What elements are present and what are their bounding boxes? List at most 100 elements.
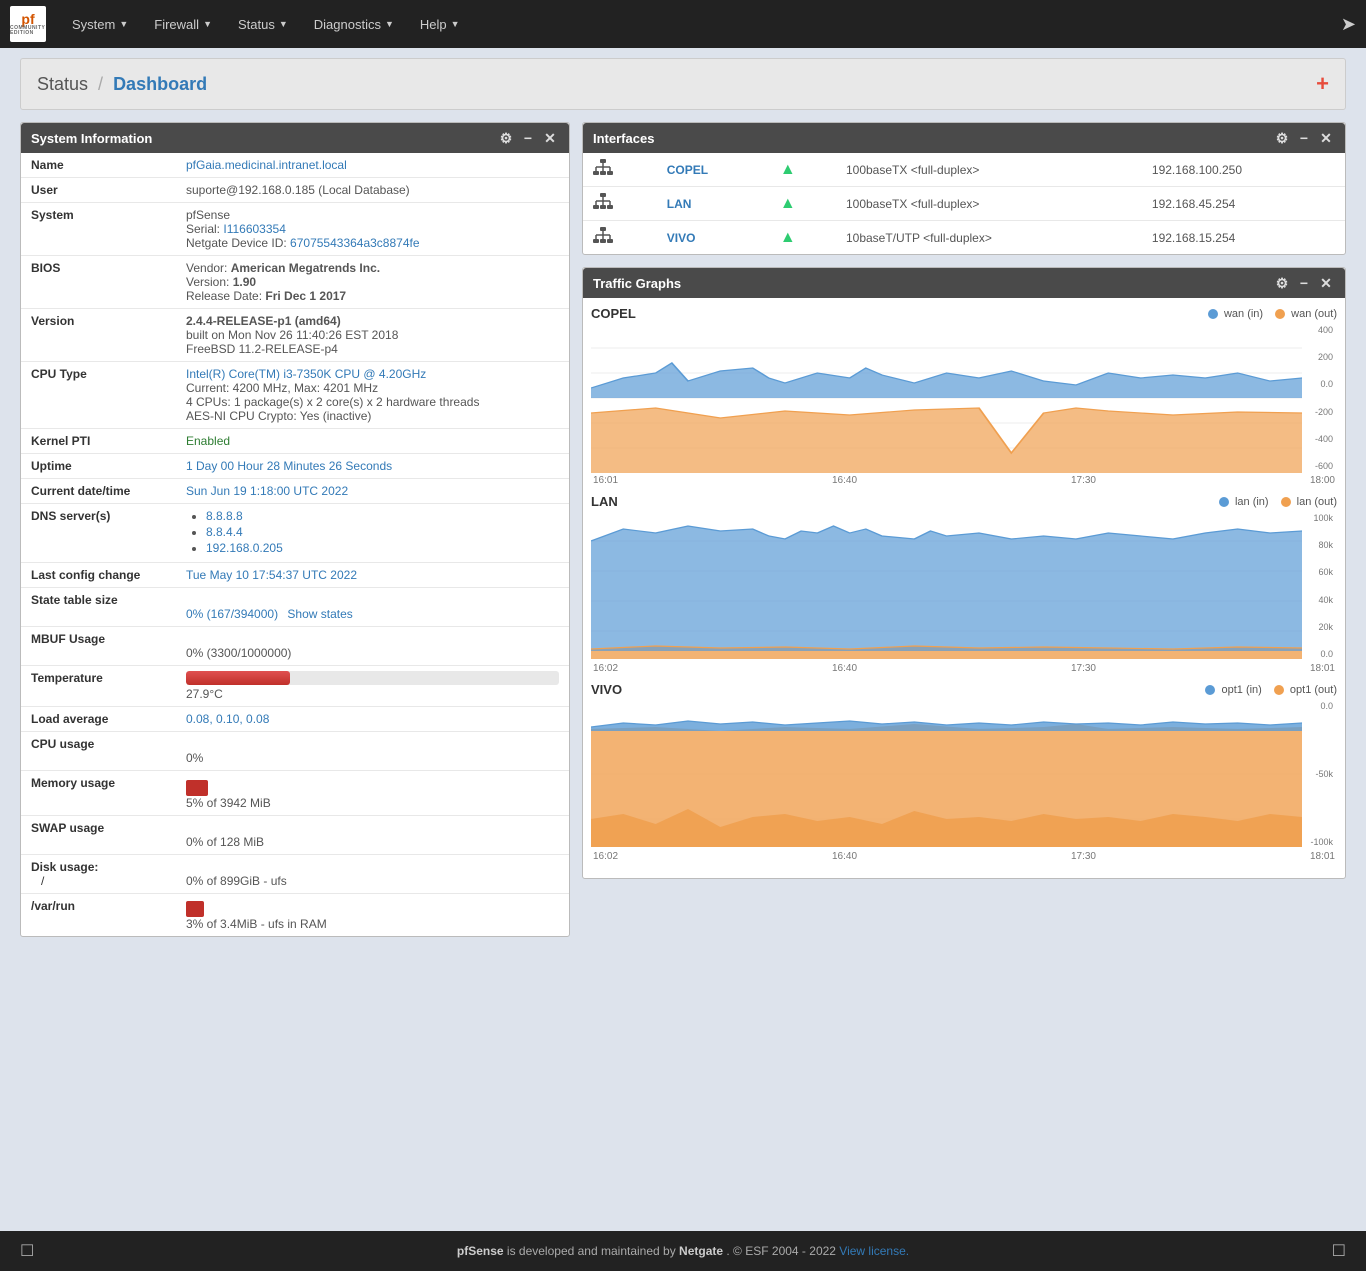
nav-system[interactable]: System ▼ (62, 11, 138, 38)
caret-icon: ▼ (451, 19, 460, 29)
interfaces-header: Interfaces ⚙ − ✕ (583, 123, 1345, 153)
value-dns: 8.8.8.8 8.8.4.4 192.168.0.205 (176, 504, 569, 563)
lan-graph-block: LAN lan (in) lan (out) (591, 494, 1337, 674)
vivo-y-labels: 0.0 -50k -100k (1302, 699, 1337, 849)
iface-icon-cell (583, 153, 657, 187)
interfaces-title: Interfaces (593, 131, 654, 146)
iface-vivo[interactable]: VIVO (667, 231, 696, 245)
label-cpu-type: CPU Type (21, 362, 176, 429)
value-user: suporte@192.168.0.185 (Local Database) (176, 178, 569, 203)
lan-legend-out: lan (out) (1281, 496, 1337, 508)
vivo-x-labels: 16:02 16:40 17:30 18:01 (591, 851, 1337, 862)
value-state-table: 0% (167/394000) Show states (176, 588, 569, 627)
network-icon (593, 159, 613, 177)
value-cpu-usage: 0% (176, 732, 569, 771)
caret-icon: ▼ (119, 19, 128, 29)
copel-x-labels: 16:01 16:40 17:30 18:00 (591, 475, 1337, 486)
iface-name-cell[interactable]: COPEL (657, 153, 770, 187)
value-datetime: Sun Jun 19 1:18:00 UTC 2022 (176, 479, 569, 504)
value-cpu-type: Intel(R) Core(TM) i3-7350K CPU @ 4.20GHz… (176, 362, 569, 429)
table-row: CPU Type Intel(R) Core(TM) i3-7350K CPU … (21, 362, 569, 429)
label-datetime: Current date/time (21, 479, 176, 504)
lan-svg (591, 511, 1302, 661)
nav-help[interactable]: Help ▼ (410, 11, 470, 38)
brand-logo[interactable]: pf COMMUNITY EDITION (10, 6, 46, 42)
lan-graph-titlerow: LAN lan (in) lan (out) (591, 494, 1337, 509)
graphs-container: COPEL wan (in) wan (out) (583, 298, 1345, 878)
page-header: Status / Dashboard + (20, 58, 1346, 110)
iface-copel[interactable]: COPEL (667, 163, 708, 177)
copel-svg (591, 323, 1302, 473)
value-mbuf: 0% (3300/1000000) (176, 627, 569, 666)
logo-box: pf COMMUNITY EDITION (10, 6, 46, 42)
status-up-icon: ▲ (780, 161, 796, 178)
iface-name-cell[interactable]: VIVO (657, 221, 770, 255)
table-row: Temperature 27.9°C (21, 666, 569, 707)
table-row: Uptime 1 Day 00 Hour 28 Minutes 26 Secon… (21, 454, 569, 479)
footer-license-link[interactable]: View license. (839, 1244, 909, 1258)
wrench-icon[interactable]: ⚙ (497, 129, 515, 147)
table-row: COPEL ▲ 100baseTX <full-duplex> 192.168.… (583, 153, 1345, 187)
lan-legend: lan (in) lan (out) (1219, 496, 1337, 508)
varrun-bar-row (186, 901, 559, 917)
nav-firewall[interactable]: Firewall ▼ (144, 11, 222, 38)
copel-graph-area: 400 200 0.0 -200 -400 -600 (591, 323, 1337, 473)
table-row: VIVO ▲ 10baseT/UTP <full-duplex> 192.168… (583, 221, 1345, 255)
label-memory: Memory usage (21, 771, 176, 816)
iface-lan[interactable]: LAN (667, 197, 692, 211)
navbar: pf COMMUNITY EDITION System ▼ Firewall ▼… (0, 0, 1366, 48)
label-load: Load average (21, 707, 176, 732)
wrench-icon[interactable]: ⚙ (1273, 274, 1291, 292)
legend-dot-in (1219, 497, 1229, 507)
table-row: Disk usage:/ 0% of 899GiB - ufs (21, 855, 569, 894)
exit-icon[interactable]: ➤ (1341, 14, 1356, 34)
system-info-title: System Information (31, 131, 152, 146)
vivo-graph-block: VIVO opt1 (in) opt1 (out) (591, 682, 1337, 862)
add-widget-button[interactable]: + (1316, 71, 1329, 97)
label-name: Name (21, 153, 176, 178)
value-temperature: 27.9°C (176, 666, 569, 707)
status-up-icon: ▲ (780, 195, 796, 212)
traffic-graphs-title: Traffic Graphs (593, 276, 681, 291)
caret-icon: ▼ (385, 19, 394, 29)
minus-icon[interactable]: − (1295, 274, 1313, 292)
iface-name-cell[interactable]: LAN (657, 187, 770, 221)
value-name: pfGaia.medicinal.intranet.local (176, 153, 569, 178)
wrench-icon[interactable]: ⚙ (1273, 129, 1291, 147)
table-row: Memory usage 5% of 3942 MiB (21, 771, 569, 816)
col-right: Interfaces ⚙ − ✕ (582, 122, 1346, 891)
system-info-table: Name pfGaia.medicinal.intranet.local Use… (21, 153, 569, 936)
legend-dot-in (1208, 309, 1218, 319)
memory-usage-row (186, 780, 559, 796)
minus-icon[interactable]: − (519, 129, 537, 147)
value-load: 0.08, 0.10, 0.08 (176, 707, 569, 732)
temperature-bar (186, 671, 559, 685)
table-row: State table size 0% (167/394000) Show st… (21, 588, 569, 627)
vivo-svg (591, 699, 1302, 849)
nav-diagnostics[interactable]: Diagnostics ▼ (304, 11, 404, 38)
vivo-legend-out: opt1 (out) (1274, 684, 1337, 696)
iface-icon-cell (583, 187, 657, 221)
footer-copy: . © ESF 2004 - 2022 (726, 1244, 839, 1258)
iface-speed-cell: 10baseT/UTP <full-duplex> (836, 221, 1142, 255)
lan-y-labels: 100k 80k 60k 40k 20k 0.0 (1302, 511, 1337, 661)
label-version: Version (21, 309, 176, 362)
close-icon[interactable]: ✕ (1317, 129, 1335, 147)
iface-status-cell: ▲ (770, 221, 836, 255)
system-info-panel: System Information ⚙ − ✕ Name pfGaia.med… (20, 122, 570, 937)
label-bios: BIOS (21, 256, 176, 309)
nav-status[interactable]: Status ▼ (228, 11, 298, 38)
footer: ☐ pfSense is developed and maintained by… (0, 1231, 1366, 1271)
caret-icon: ▼ (279, 19, 288, 29)
minus-icon[interactable]: − (1295, 129, 1313, 147)
breadcrumb-sep: / (98, 74, 108, 94)
iface-icon-cell (583, 221, 657, 255)
table-row: Load average 0.08, 0.10, 0.08 (21, 707, 569, 732)
logo-subtitle: COMMUNITY EDITION (10, 26, 46, 36)
close-icon[interactable]: ✕ (1317, 274, 1335, 292)
table-row: Version 2.4.4-RELEASE-p1 (amd64) built o… (21, 309, 569, 362)
status-up-icon: ▲ (780, 229, 796, 246)
close-icon[interactable]: ✕ (541, 129, 559, 147)
vivo-graph-title: VIVO (591, 682, 622, 697)
value-kernel-pti: Enabled (176, 429, 569, 454)
